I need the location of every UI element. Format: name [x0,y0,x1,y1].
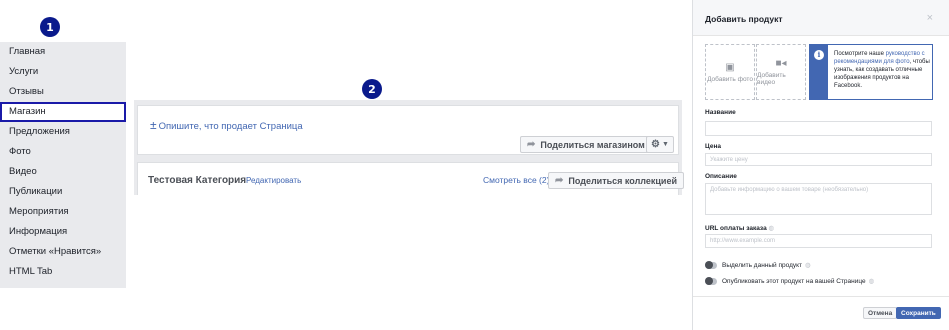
dialog-footer: Отмена Сохранить [693,296,949,330]
page-sidebar-nav: Главная Услуги Отзывы Магазин Предложени… [0,42,126,288]
publish-product-toggle[interactable] [705,276,717,285]
sidebar-item-likes[interactable]: Отметки «Нравится» [0,242,126,262]
sidebar-item-events[interactable]: Мероприятия [0,202,126,222]
collection-title: Тестовая Категория [148,175,247,186]
chevron-down-icon: ▼ [661,141,669,148]
sidebar-item-services[interactable]: Услуги [0,62,126,82]
sidebar-item-videos[interactable]: Видео [0,162,126,182]
feature-product-label: Выделить данный продукт [722,261,803,269]
add-video-button[interactable]: ■◂ Добавить видео [756,44,806,100]
add-product-dialog: Добавить продукт × ▣ Добавить фото ■◂ До… [692,0,949,330]
dialog-header: Добавить продукт × [693,0,949,36]
share-arrow-icon: ➦ [527,139,536,150]
camera-icon: ▣ [725,61,735,73]
share-shop-label: Поделиться магазином [540,139,645,150]
gear-icon: ⚙ [651,139,660,150]
cancel-button[interactable]: Отмена [863,307,898,319]
sidebar-item-about[interactable]: Информация [0,222,126,242]
edit-collection-link[interactable]: Редактировать [246,176,301,185]
collection-card: Тестовая Категория Редактировать Смотрет… [137,162,684,195]
add-video-label: Добавить видео [757,72,786,86]
shop-section: ± Опишите, что продает Страница ➦ Поделить… [134,100,684,195]
describe-shop-link[interactable]: ± Опишите, что продает Страница [150,118,303,132]
price-label: Цена [705,143,721,150]
sidebar-item-offers[interactable]: Предложения [0,122,126,142]
add-photo-button[interactable]: ▣ Добавить фото [705,44,755,100]
price-field[interactable]: Укажите цену [705,153,932,166]
publish-product-row: Опубликовать этот продукт на вашей Стран… [705,276,875,285]
help-icon[interactable]: ◍ [869,277,875,285]
share-arrow-icon: ➦ [555,175,564,186]
info-icon: i [814,50,824,60]
describe-shop-label: Опишите, что продает Страница [158,121,303,132]
photo-tips-notice: i Посмотрите наше руководство с рекоменд… [809,44,933,100]
description-field[interactable]: Добавьте информацию о вашем товаре (необ… [705,183,932,215]
description-label: Описание [705,173,737,180]
video-camera-icon: ■◂ [775,58,787,69]
save-button[interactable]: Сохранить [896,307,941,319]
checkout-url-field[interactable]: http://www.example.com [705,234,932,248]
help-icon[interactable]: ◍ [769,225,775,232]
sidebar-item-home[interactable]: Главная [0,42,126,62]
sidebar-item-reviews[interactable]: Отзывы [0,82,126,102]
add-photo-label: Добавить фото [707,75,753,83]
close-icon[interactable]: × [927,12,933,24]
sidebar-item-html-tab[interactable]: HTML Tab [0,262,126,282]
help-icon[interactable]: ◍ [805,261,811,269]
sidebar-item-photos[interactable]: Фото [0,142,126,162]
name-field[interactable] [705,121,932,136]
feature-product-row: Выделить данный продукт ◍ [705,260,811,269]
annotation-badge-1: 1 [40,17,60,37]
publish-product-label: Опубликовать этот продукт на вашей Стран… [722,277,866,285]
share-collection-button[interactable]: ➦ Поделиться коллекцией [548,172,684,189]
shop-header-card: ± Опишите, что продает Страница ➦ Поделить… [137,105,679,155]
notice-text: Посмотрите наше руководство с рекомендац… [834,51,930,89]
dialog-title: Добавить продукт [705,14,783,24]
checkout-url-label: URL оплаты заказа ◍ [705,225,775,232]
annotation-badge-2: 2 [362,79,382,99]
share-collection-label: Поделиться коллекцией [568,175,677,186]
share-shop-button[interactable]: ➦ Поделиться магазином [520,136,652,153]
name-label: Название [705,109,736,116]
feature-product-toggle[interactable] [705,260,717,269]
see-all-link[interactable]: Смотреть все (2) [483,175,549,185]
sidebar-item-shop[interactable]: Магазин [0,102,126,122]
plus-icon: ± [150,118,157,132]
settings-dropdown-button[interactable]: ⚙ ▼ [646,136,674,153]
sidebar-item-posts[interactable]: Публикации [0,182,126,202]
